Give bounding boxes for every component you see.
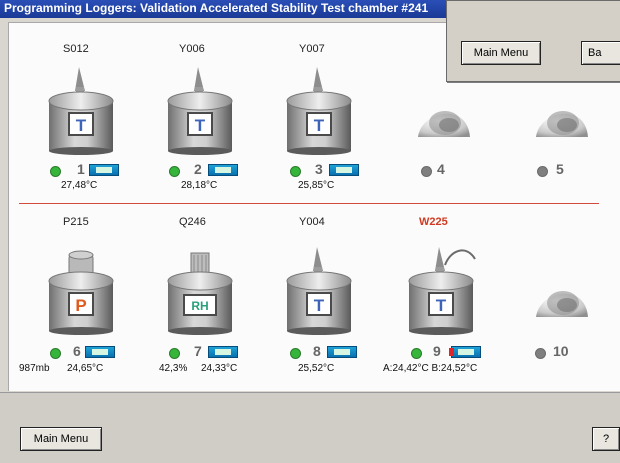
status-dot-icon <box>290 166 301 177</box>
help-button[interactable]: ? <box>592 427 620 451</box>
svg-text:T: T <box>195 116 206 135</box>
logger-2[interactable]: T <box>164 63 238 155</box>
logger-7[interactable]: RH <box>164 243 238 335</box>
logger-label-y004: Y004 <box>299 216 325 228</box>
logger-label-p215: P215 <box>63 216 89 228</box>
slot-number-6: 6 <box>73 343 81 359</box>
window-title: Programming Loggers: Validation Accelera… <box>4 1 429 15</box>
status-dot-icon <box>421 166 432 177</box>
overlay-dialog: Main Menu Ba <box>446 0 620 82</box>
logger-label-q246: Q246 <box>179 216 206 228</box>
status-dot-icon <box>535 348 546 359</box>
empty-slot-10[interactable] <box>533 281 591 329</box>
reading-7-temperature: 24,33°C <box>201 363 238 374</box>
slot-number-4: 4 <box>437 161 445 177</box>
main-menu-button[interactable]: Main Menu <box>20 427 102 451</box>
status-dot-icon <box>411 348 422 359</box>
svg-text:T: T <box>314 296 325 315</box>
reading-2: 28,18°C <box>181 180 218 191</box>
status-dot-icon <box>50 166 61 177</box>
status-dot-icon <box>537 166 548 177</box>
logger-1[interactable]: T <box>45 63 119 155</box>
empty-slot-bowl-icon <box>418 111 470 137</box>
reading-6-temperature: 24,65°C <box>67 363 104 374</box>
slot-number-10: 10 <box>553 343 569 359</box>
battery-icon <box>89 164 119 176</box>
status-dot-icon <box>50 348 61 359</box>
battery-icon <box>85 346 115 358</box>
logger-3[interactable]: T <box>283 63 357 155</box>
slot-number-1: 1 <box>77 161 85 177</box>
logger-label-w225: W225 <box>419 216 448 228</box>
row-divider <box>19 203 599 204</box>
battery-warning-icon <box>449 346 481 358</box>
slot-number-7: 7 <box>194 343 202 359</box>
status-dot-icon <box>169 348 180 359</box>
battery-icon <box>327 346 357 358</box>
slot-number-8: 8 <box>313 343 321 359</box>
bottom-toolbar: Main Menu ? <box>0 392 620 463</box>
popup-main-menu-button[interactable]: Main Menu <box>461 41 541 65</box>
logger-6[interactable]: P <box>45 243 119 335</box>
humidity-logger-icon: RH <box>167 252 233 335</box>
slot-number-9: 9 <box>433 343 441 359</box>
logger-label-y006: Y006 <box>179 43 205 55</box>
slot-number-3: 3 <box>315 161 323 177</box>
reading-1: 27,48°C <box>61 180 98 191</box>
reading-9: A:24,42°C B:24,52°C <box>383 363 478 374</box>
dual-probe-temperature-logger-icon: T <box>408 247 476 335</box>
temperature-logger-icon: T <box>48 67 114 155</box>
programming-loggers-window: Programming Loggers: Validation Accelera… <box>0 0 620 463</box>
temperature-logger-icon: T <box>167 67 233 155</box>
temperature-logger-icon: T <box>286 247 352 335</box>
slot-number-2: 2 <box>194 161 202 177</box>
temperature-logger-icon: T <box>286 67 352 155</box>
reading-8: 25,52°C <box>298 363 335 374</box>
empty-slot-5[interactable] <box>533 101 591 149</box>
svg-text:P: P <box>75 296 86 315</box>
reading-6-pressure: 987mb <box>19 363 50 374</box>
reading-7-humidity: 42,3% <box>159 363 188 374</box>
popup-back-button[interactable]: Ba <box>581 41 620 65</box>
slot-number-5: 5 <box>556 161 564 177</box>
svg-text:T: T <box>76 116 87 135</box>
status-dot-icon <box>169 166 180 177</box>
logger-label-s012: S012 <box>63 43 89 55</box>
status-dot-icon <box>290 348 301 359</box>
logger-8[interactable]: T <box>283 243 357 335</box>
battery-icon <box>208 346 238 358</box>
battery-icon <box>208 164 238 176</box>
empty-slot-4[interactable] <box>415 101 473 149</box>
svg-text:T: T <box>314 116 325 135</box>
logger-label-y007: Y007 <box>299 43 325 55</box>
empty-slot-bowl-icon <box>536 111 588 137</box>
empty-slot-bowl-icon <box>536 291 588 317</box>
svg-text:RH: RH <box>191 299 208 313</box>
battery-icon <box>329 164 359 176</box>
svg-text:T: T <box>436 296 447 315</box>
pressure-logger-icon: P <box>48 250 114 335</box>
reading-3: 25,85°C <box>298 180 335 191</box>
logger-9[interactable]: T <box>405 243 479 335</box>
